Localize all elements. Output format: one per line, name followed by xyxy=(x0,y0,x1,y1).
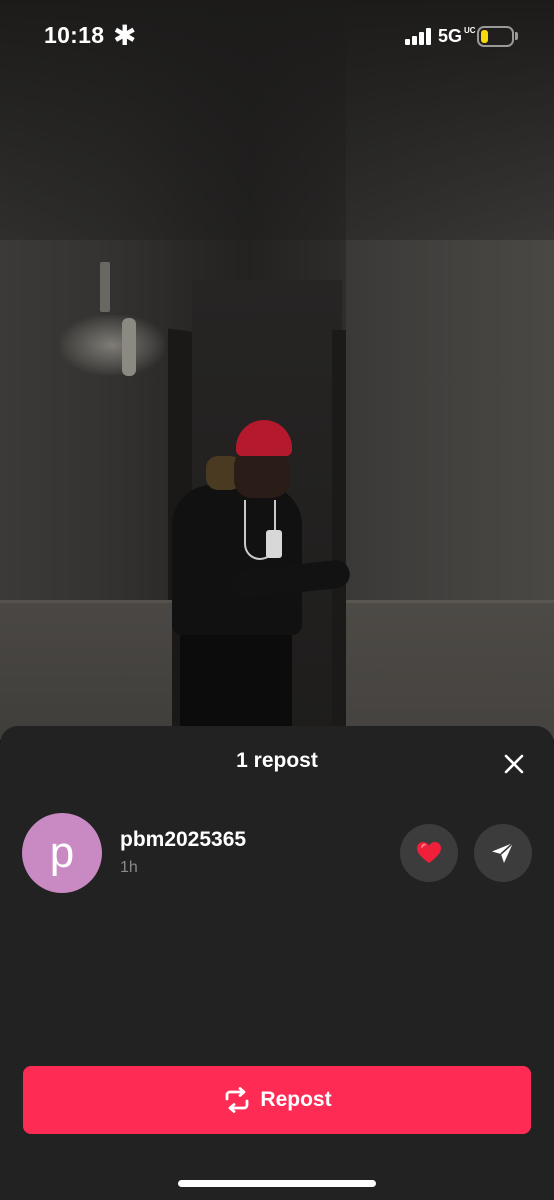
network-superscript: UC xyxy=(464,26,476,35)
cellular-signal-icon xyxy=(405,28,431,45)
network-type: 5G xyxy=(438,26,463,46)
list-item[interactable]: p pbm2025365 1h xyxy=(0,812,554,894)
heart-icon xyxy=(417,842,441,863)
screen: 10:18 ✱ 5G UC 1 repost p pbm2025365 1h R… xyxy=(0,0,554,1200)
home-indicator[interactable] xyxy=(178,1180,376,1187)
activity-icon: ✱ xyxy=(113,20,137,51)
status-time: 10:18 xyxy=(44,22,105,48)
send-button[interactable] xyxy=(474,824,532,882)
repost-button[interactable]: Repost xyxy=(23,1066,531,1134)
video-wainscot-left xyxy=(0,600,172,740)
video-player[interactable] xyxy=(0,0,554,740)
video-sconce xyxy=(122,318,136,376)
username[interactable]: pbm2025365 xyxy=(120,828,246,852)
battery-icon xyxy=(477,26,514,47)
repost-icon xyxy=(226,1087,249,1113)
battery-cap xyxy=(515,32,518,40)
status-bar: 10:18 ✱ 5G UC xyxy=(0,0,554,74)
avatar[interactable]: p xyxy=(22,813,102,893)
battery-level xyxy=(481,30,488,43)
video-door-right xyxy=(332,330,346,730)
repost-button-label: Repost xyxy=(260,1088,332,1111)
video-person-pendant xyxy=(266,530,282,558)
video-person-body xyxy=(172,485,302,635)
close-button[interactable] xyxy=(496,746,532,782)
video-sconce-glow xyxy=(60,315,165,375)
sheet-title: 1 repost xyxy=(236,749,318,772)
video-wainscot-right xyxy=(346,600,554,740)
reposts-sheet: 1 repost p pbm2025365 1h Repost xyxy=(0,726,554,1200)
close-icon xyxy=(504,754,524,774)
like-button[interactable] xyxy=(400,824,458,882)
video-light-switch xyxy=(100,262,110,312)
video-person-legs xyxy=(180,630,292,740)
send-icon xyxy=(492,842,514,863)
timestamp: 1h xyxy=(120,859,138,876)
